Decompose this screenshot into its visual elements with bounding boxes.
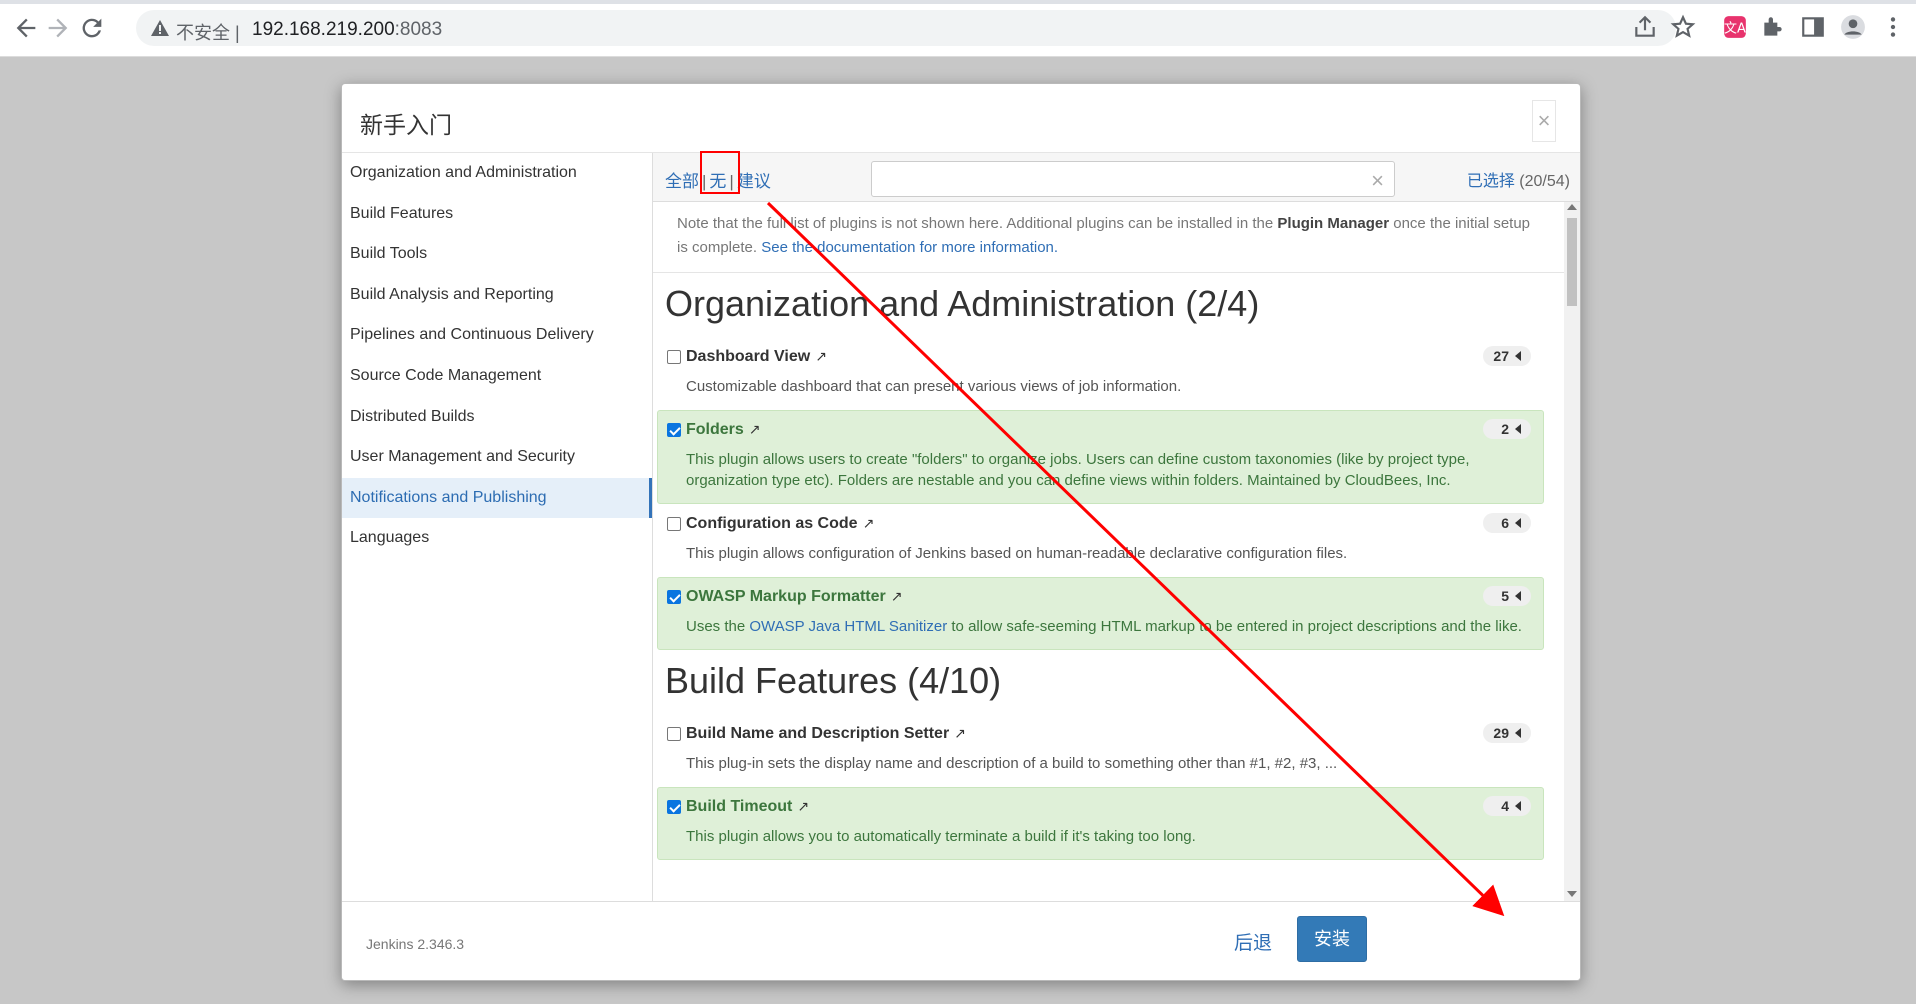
annotation-arrow [766,201,1505,917]
